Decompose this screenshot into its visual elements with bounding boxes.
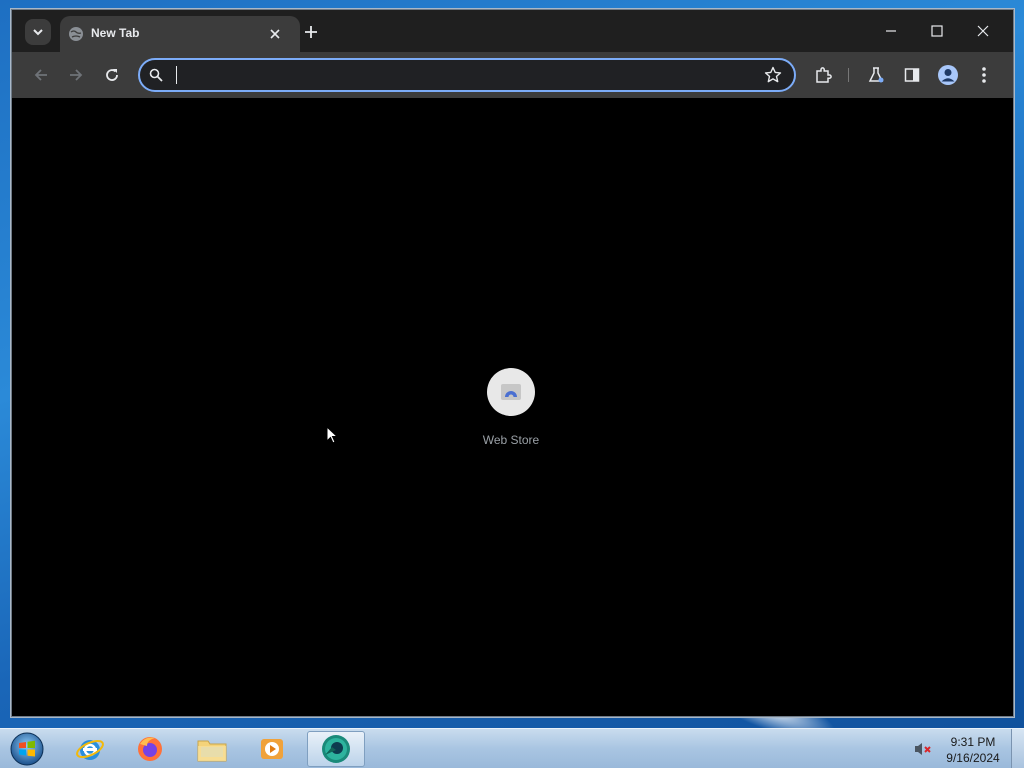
browser-window: New Tab Web Store	[11, 9, 1014, 717]
star-icon[interactable]	[764, 66, 782, 84]
mouse-cursor-icon	[326, 426, 339, 444]
menu-button[interactable]	[972, 63, 996, 87]
taskbar-app-ie[interactable]	[61, 731, 119, 767]
ie-icon	[76, 739, 104, 760]
shortcut-web-store[interactable]: Web Store	[466, 360, 556, 450]
show-desktop-button[interactable]	[1011, 729, 1024, 768]
puzzle-icon	[816, 67, 832, 83]
avatar-icon	[938, 65, 958, 85]
taskbar-app-firefox[interactable]	[121, 731, 179, 767]
reload-icon	[106, 69, 118, 81]
search-icon	[149, 68, 163, 82]
globe-icon	[69, 27, 83, 41]
arrow-right-icon	[70, 69, 83, 81]
windows-orb-icon	[10, 732, 44, 766]
flask-icon	[868, 67, 884, 83]
close-window-button[interactable]	[968, 18, 998, 44]
browser-toolbar	[12, 52, 1013, 98]
reload-button[interactable]	[100, 63, 124, 87]
taskbar: 9:31 PM 9/16/2024	[0, 728, 1024, 768]
taskbar-app-media-player[interactable]	[243, 731, 301, 767]
taskbar-clock[interactable]: 9:31 PM 9/16/2024	[938, 734, 1008, 766]
tab-close-button[interactable]	[266, 25, 284, 43]
plus-icon	[305, 26, 317, 38]
start-button[interactable]	[7, 730, 47, 768]
taskbar-app-chrome[interactable]	[307, 731, 365, 767]
minimize-button[interactable]	[876, 18, 906, 44]
close-icon	[270, 29, 280, 39]
tab-strip: New Tab	[12, 10, 1013, 52]
labs-button[interactable]	[864, 63, 888, 87]
new-tab-button[interactable]	[299, 20, 323, 44]
speaker-muted-icon[interactable]	[913, 741, 933, 757]
maximize-button[interactable]	[922, 18, 952, 44]
firefox-icon	[138, 737, 162, 761]
close-icon	[977, 25, 989, 37]
forward-button[interactable]	[64, 63, 88, 87]
minimize-icon	[886, 30, 896, 32]
chrome-icon	[322, 735, 350, 763]
tab-search-button[interactable]	[25, 19, 51, 45]
shortcut-label: Web Store	[482, 433, 540, 447]
side-panel-icon	[904, 68, 920, 82]
profile-button[interactable]	[936, 63, 960, 87]
back-button[interactable]	[29, 63, 53, 87]
tab-new-tab[interactable]: New Tab	[60, 16, 300, 52]
maximize-icon	[931, 25, 943, 37]
clock-date: 9/16/2024	[946, 751, 1000, 765]
media-player-icon	[261, 739, 283, 759]
arrow-left-icon	[34, 69, 47, 81]
web-store-icon	[487, 368, 535, 416]
side-panel-button[interactable]	[900, 63, 924, 87]
chevron-down-icon	[33, 29, 43, 36]
kebab-menu-icon	[982, 67, 986, 83]
extensions-button[interactable]	[811, 63, 835, 87]
address-input[interactable]	[174, 63, 744, 87]
tab-title: New Tab	[91, 26, 140, 40]
clock-time: 9:31 PM	[950, 735, 996, 749]
new-tab-page: Web Store	[18, 98, 1007, 711]
folder-icon	[197, 740, 227, 762]
taskbar-app-explorer[interactable]	[183, 731, 241, 767]
address-bar[interactable]	[138, 58, 796, 92]
toolbar-separator	[848, 68, 849, 82]
text-caret	[176, 66, 177, 84]
